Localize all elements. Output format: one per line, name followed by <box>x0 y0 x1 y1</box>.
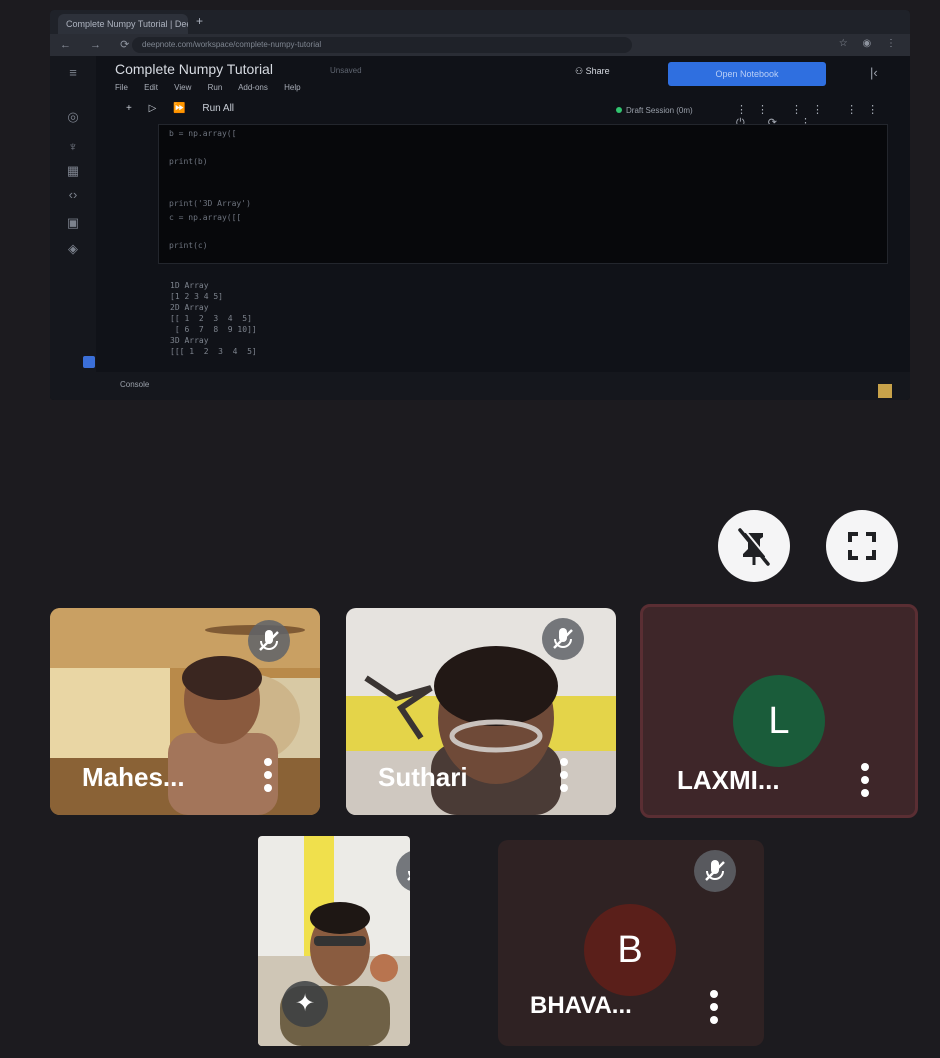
visual-effects-icon[interactable]: ✦ <box>282 981 328 1027</box>
presenter-thumbnail <box>878 384 892 398</box>
share-icon: ⚇ <box>575 66 586 76</box>
session-status[interactable]: Draft Session (0m) <box>616 106 693 115</box>
code-line: print('3D Array') <box>169 199 251 208</box>
share-label: Share <box>585 66 610 76</box>
participant-avatar: B <box>584 904 676 996</box>
participant-tile[interactable]: ✦ ... <box>258 836 410 1046</box>
notebook-app: ≡ ◎ ♆ ▦ ‹› ▣ ◈ Complete Numpy Tutorial U… <box>50 56 910 400</box>
console-bar[interactable]: Console <box>50 372 910 400</box>
integration-icon[interactable] <box>83 356 95 368</box>
menu-run[interactable]: Run <box>208 83 223 92</box>
participant-video <box>258 836 410 1046</box>
unpin-icon <box>738 527 772 566</box>
participant-tile[interactable]: Mahes... <box>50 608 320 815</box>
more-options-icon[interactable] <box>560 758 570 797</box>
new-tab-icon[interactable]: + <box>196 14 203 28</box>
menu-icon[interactable]: ≡ <box>64 64 82 82</box>
saved-status: Unsaved <box>330 66 362 75</box>
mic-off-icon <box>542 618 584 660</box>
code-line: print(b) <box>169 157 208 166</box>
trophy-icon[interactable]: ♆ <box>64 138 82 156</box>
menu-view[interactable]: View <box>174 83 191 92</box>
menu-addons[interactable]: Add-ons <box>238 83 268 92</box>
extension-icons[interactable]: ☆ ◉ ⋮ <box>839 38 902 49</box>
terminal-icon[interactable]: ▣ <box>64 214 82 232</box>
toolbar-left: + ▷ ⏩ Run All <box>126 103 248 114</box>
participant-name: BHAVA... <box>530 992 632 1019</box>
avatar-initial: L <box>768 700 790 742</box>
output-line: [ 6 7 8 9 10]] <box>170 325 257 334</box>
left-rail: ≡ ◎ ♆ ▦ ‹› ▣ ◈ <box>50 56 96 400</box>
code-line: c = np.array([[ <box>169 213 242 222</box>
add-cell-button[interactable]: + <box>126 103 132 114</box>
open-notebook-button[interactable]: Open Notebook <box>668 62 826 86</box>
notebook-menu: File Edit View Run Add-ons Help <box>115 83 315 92</box>
code-cell[interactable]: b = np.array([ print(b) print('3D Array'… <box>158 124 888 264</box>
cell-output: 1D Array [1 2 3 4 5] 2D Array [[ 1 2 3 4… <box>158 281 888 371</box>
browser-tab-bar: Complete Numpy Tutorial | Deepnote + <box>50 10 910 34</box>
shared-screen: Complete Numpy Tutorial | Deepnote + ← →… <box>50 10 910 400</box>
fullscreen-button[interactable] <box>826 510 898 582</box>
participant-name: Mahes... <box>82 762 185 792</box>
code-icon[interactable]: ‹› <box>64 186 82 204</box>
more-options-icon[interactable] <box>861 763 871 802</box>
participant-name: LAXMI... <box>677 765 780 795</box>
output-line: 3D Array <box>170 336 209 345</box>
output-line: 2D Array <box>170 303 209 312</box>
participant-tile[interactable]: B BHAVA... <box>498 840 764 1046</box>
unpin-button[interactable] <box>718 510 790 582</box>
participant-name: Suthari <box>378 762 468 792</box>
menu-help[interactable]: Help <box>284 83 300 92</box>
more-options-icon[interactable] <box>264 758 274 797</box>
menu-file[interactable]: File <box>115 83 128 92</box>
participant-tile[interactable]: L LAXMI... <box>640 604 918 818</box>
mic-off-icon <box>396 850 410 892</box>
menu-edit[interactable]: Edit <box>144 83 158 92</box>
code-line: print(c) <box>169 241 208 250</box>
output-line: [[ 1 2 3 4 5] <box>170 314 252 323</box>
output-line: [1 2 3 4 5] <box>170 292 223 301</box>
browser-tab[interactable]: Complete Numpy Tutorial | Deepnote <box>58 14 188 34</box>
url-field[interactable]: deepnote.com/workspace/complete-numpy-tu… <box>132 37 632 53</box>
session-label: Draft Session (0m) <box>626 106 693 115</box>
layers-icon[interactable]: ◈ <box>64 240 82 258</box>
more-options-icon[interactable] <box>710 990 720 1029</box>
notebook-toolbar: + ▷ ⏩ Run All Draft Session (0m) ⋮⋮ ⋮⋮ ⋮… <box>96 100 910 129</box>
participant-tile[interactable]: Suthari <box>346 608 616 815</box>
address-bar-row: ← → ⟳ deepnote.com/workspace/complete-nu… <box>50 34 910 56</box>
share-button[interactable]: ⚇ Share <box>575 66 610 77</box>
participant-avatar: L <box>733 675 825 767</box>
compass-icon[interactable]: ◎ <box>64 108 82 126</box>
run-cell-button[interactable]: ▷ <box>149 103 157 114</box>
run-all-icon[interactable]: ⏩ <box>173 103 185 114</box>
mic-off-icon <box>248 620 290 662</box>
avatar-initial: B <box>617 929 643 971</box>
mic-off-icon <box>694 850 736 892</box>
notebook-title[interactable]: Complete Numpy Tutorial <box>115 61 273 77</box>
fullscreen-icon <box>848 532 876 560</box>
session-status-dot <box>616 107 622 113</box>
output-line: 1D Array <box>170 281 209 290</box>
run-all-button[interactable]: Run All <box>202 103 234 114</box>
collapse-icon[interactable]: |‹ <box>870 65 878 80</box>
code-line: b = np.array([ <box>169 129 237 138</box>
nav-icons[interactable]: ← → ⟳ <box>60 38 137 51</box>
console-label: Console <box>120 380 150 389</box>
table-icon[interactable]: ▦ <box>64 162 82 180</box>
output-line: [[[ 1 2 3 4 5] <box>170 347 257 356</box>
